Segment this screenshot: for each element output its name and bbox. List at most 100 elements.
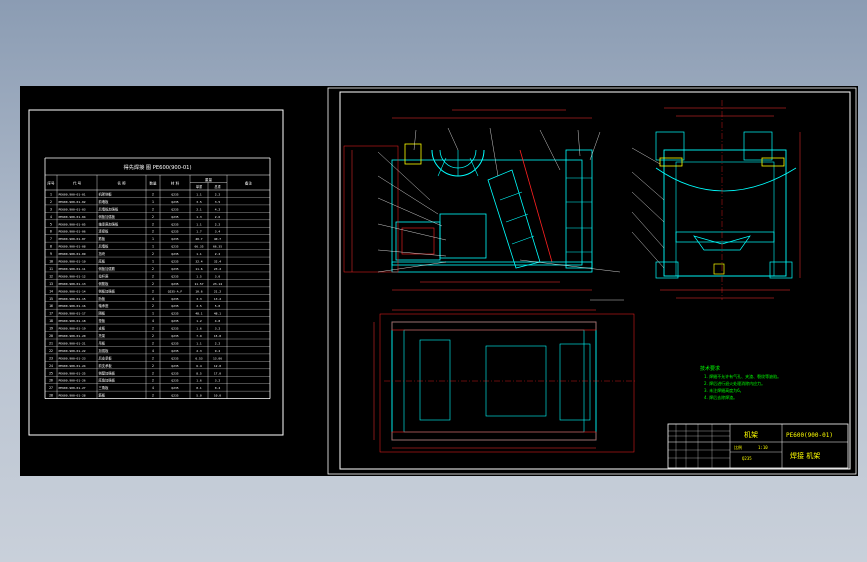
bom-cell-material: Q235 [171,319,178,323]
bom-cell-name: 前支承板 [99,363,113,368]
bom-cell-material: Q235 [171,379,178,383]
bom-cell-total-weight: 32.4 [214,260,221,264]
bom-cell-no: 10 [49,260,53,264]
bom-cell-unit-weight: 1.6 [196,379,202,383]
bom-cell-no: 19 [49,327,53,331]
bom-cell-unit-weight: 1.1 [196,222,202,226]
bom-cell-unit-weight: 11.57 [194,282,203,286]
tb-scale-label: 比例 [734,444,742,450]
bom-cell-unit-weight: 10.6 [195,289,202,293]
bom-cell-no: 6 [50,230,52,234]
bom-cell-qty: 1 [152,237,154,241]
bom-cell-name: 三角板 [99,385,110,390]
bom-cell-no: 28 [49,394,53,398]
bom-cell-no: 25 [49,371,53,375]
bom-cell-material: Q235 [171,394,178,398]
bom-cell-qty: 2 [152,282,154,286]
bom-cell-name: 侧板加强板 [99,214,116,219]
bom-cell-unit-weight: 3.3 [196,297,202,301]
bom-cell-total-weight: 13.2 [214,297,221,301]
bom-cell-code: PE600.900-01-17 [59,312,86,316]
bom-cell-unit-weight: 7.9 [196,334,202,338]
bom-cell-code: PE600.900-01-20 [59,334,86,338]
bom-cell-code: PE600.900-01-11 [59,267,86,271]
bom-cell-qty: 2 [152,192,154,196]
bom-cell-no: 15 [49,297,53,301]
tb-drawing-no: PE600(900-01) [786,432,833,439]
bom-cell-total-weight: 2.2 [215,192,221,196]
bom-cell-unit-weight: 2.5 [196,304,202,308]
bom-cell-material: Q235 [171,267,178,271]
bom-cell-name: 连接板 [99,229,110,234]
bom-cell-qty: 2 [152,327,154,331]
bom-cell-code: PE600.900-01-02 [59,200,86,204]
bom-cell-unit-weight: 1.3 [196,215,202,219]
bom-header-code: 代 号 [73,181,82,186]
bom-cell-total-weight: 17.0 [214,371,221,375]
bom-cell-unit-weight: 1.6 [196,327,202,331]
bom-cell-code: PE600.900-01-14 [59,289,86,293]
bom-cell-qty: 2 [152,341,154,345]
bom-cell-name: 隔板 [99,311,106,316]
bom-header-material: 材 料 [171,181,180,186]
bom-cell-total-weight: 2.2 [215,222,221,226]
bom-cell-qty: 2 [152,267,154,271]
notes-line-2: 2. 焊后进行退火处理消除内应力。 [704,380,765,386]
bom-cell-unit-weight: 11.6 [195,267,202,271]
bom-cell-no: 12 [49,274,53,278]
bom-cell-material: Q235 [171,207,178,211]
bom-cell-material: Q235 [171,334,178,338]
bom-cell-total-weight: 40.7 [214,237,221,241]
bom-header-total-weight: 总重 [214,184,221,189]
bom-cell-qty: 2 [152,274,154,278]
bom-cell-no: 4 [50,215,52,219]
bom-cell-code: PE600.900-01-24 [59,364,86,368]
bom-cell-name: 侧板加强板 [99,288,116,293]
bom-cell-qty: 2 [152,222,154,226]
bom-cell-qty: 2 [152,334,154,338]
bom-cell-code: PE600.900-01-10 [59,260,86,264]
bom-header-weight: 重量 [205,177,213,182]
bom-cell-code: PE600.900-01-18 [59,319,86,323]
bom-header-remark: 备注 [245,181,253,186]
bom-cell-total-weight: 3.2 [215,327,221,331]
bom-cell-total-weight: 4.8 [215,319,221,323]
bom-cell-material: Q235 [171,297,178,301]
bom-cell-name: 支板 [99,326,106,331]
bom-cell-total-weight: 2.2 [215,252,221,256]
bom-cell-unit-weight: 66.35 [194,245,203,249]
bom-cell-total-weight: 3.0 [215,274,221,278]
bom-cell-no: 5 [50,222,52,226]
bom-cell-no: 3 [50,207,52,211]
bom-cell-unit-weight: 1.1 [196,341,202,345]
bom-cell-name: 垫板 [99,318,106,323]
bom-cell-name: 侧筋板 [99,281,110,286]
drawing-sheet [20,86,858,476]
bom-cell-total-weight: 13.06 [213,356,222,360]
bom-cell-code: PE600.900-01-09 [59,252,86,256]
bom-cell-name: 轴承座 [99,303,110,308]
bom-cell-material: Q235 [171,371,178,375]
bom-cell-name: 后墙板 [99,244,110,249]
bom-cell-code: PE600.900-01-28 [59,394,86,398]
bom-cell-material: Q235 [171,386,178,390]
bom-cell-material: Q235 [171,237,178,241]
bom-cell-material: Q235 [171,341,178,345]
bom-cell-total-weight: 3.2 [215,379,221,383]
bom-cell-qty: 2 [152,356,154,360]
bom-cell-no: 7 [50,237,52,241]
bom-cell-no: 20 [49,334,53,338]
bom-cell-total-weight: 48.1 [214,312,221,316]
bom-cell-code: PE600.900-01-05 [59,222,86,226]
bom-cell-qty: 2 [152,304,154,308]
bom-cell-code: PE600.900-01-08 [59,245,86,249]
bom-cell-code: PE600.900-01-04 [59,215,86,219]
bom-cell-code: PE600.900-01-27 [59,386,86,390]
bom-cell-name: 肋板 [99,296,106,301]
bom-cell-code: PE600.900-01-19 [59,327,86,331]
bom-cell-material: Q235 [171,230,178,234]
bom-cell-name: 轴承座加强板 [99,221,119,226]
bom-cell-name: 拉杆座 [99,273,110,278]
bom-cell-code: PE600.900-01-12 [59,274,86,278]
bom-cell-code: PE600.900-01-07 [59,237,86,241]
